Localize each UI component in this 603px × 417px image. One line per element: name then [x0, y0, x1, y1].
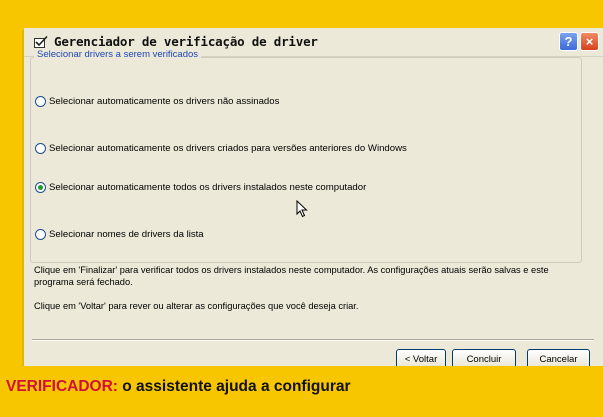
- option-unsigned-drivers[interactable]: Selecionar automaticamente os drivers nã…: [35, 96, 279, 107]
- mouse-pointer-icon: [296, 199, 308, 223]
- option-label: Selecionar automaticamente todos os driv…: [49, 182, 367, 193]
- driver-verifier-checkbox-icon: [34, 35, 48, 48]
- close-button[interactable]: ×: [580, 32, 599, 51]
- option-label: Selecionar automaticamente os drivers nã…: [49, 96, 280, 107]
- caption-text: o assistente ajuda a configurar: [117, 378, 351, 395]
- figure-caption: VERIFICADOR: o assistente ajuda a config…: [6, 378, 351, 396]
- group-legend: Selecionar drivers a serem verificados: [34, 49, 202, 60]
- footer-separator: [32, 339, 594, 341]
- caption-label: VERIFICADOR:: [6, 378, 118, 395]
- window-title: Gerenciador de verificação de driver: [54, 34, 318, 49]
- back-instructions: Clique em 'Voltar' para rever ou alterar…: [34, 301, 359, 311]
- radio-button-selected[interactable]: [35, 182, 46, 193]
- radio-selected-dot: [38, 185, 43, 190]
- option-all-installed-drivers[interactable]: Selecionar automaticamente todos os driv…: [35, 182, 366, 193]
- radio-button[interactable]: [35, 96, 46, 107]
- option-label: Selecionar automaticamente os drivers cr…: [49, 143, 407, 154]
- help-button[interactable]: ?: [559, 32, 578, 51]
- option-label: Selecionar nomes de drivers da lista: [49, 229, 204, 240]
- radio-button[interactable]: [35, 143, 46, 154]
- radio-button[interactable]: [35, 229, 46, 240]
- option-select-from-list[interactable]: Selecionar nomes de drivers da lista: [35, 229, 204, 240]
- option-older-windows-drivers[interactable]: Selecionar automaticamente os drivers cr…: [35, 143, 407, 154]
- finish-instructions: Clique em 'Finalizar' para verificar tod…: [34, 265, 549, 287]
